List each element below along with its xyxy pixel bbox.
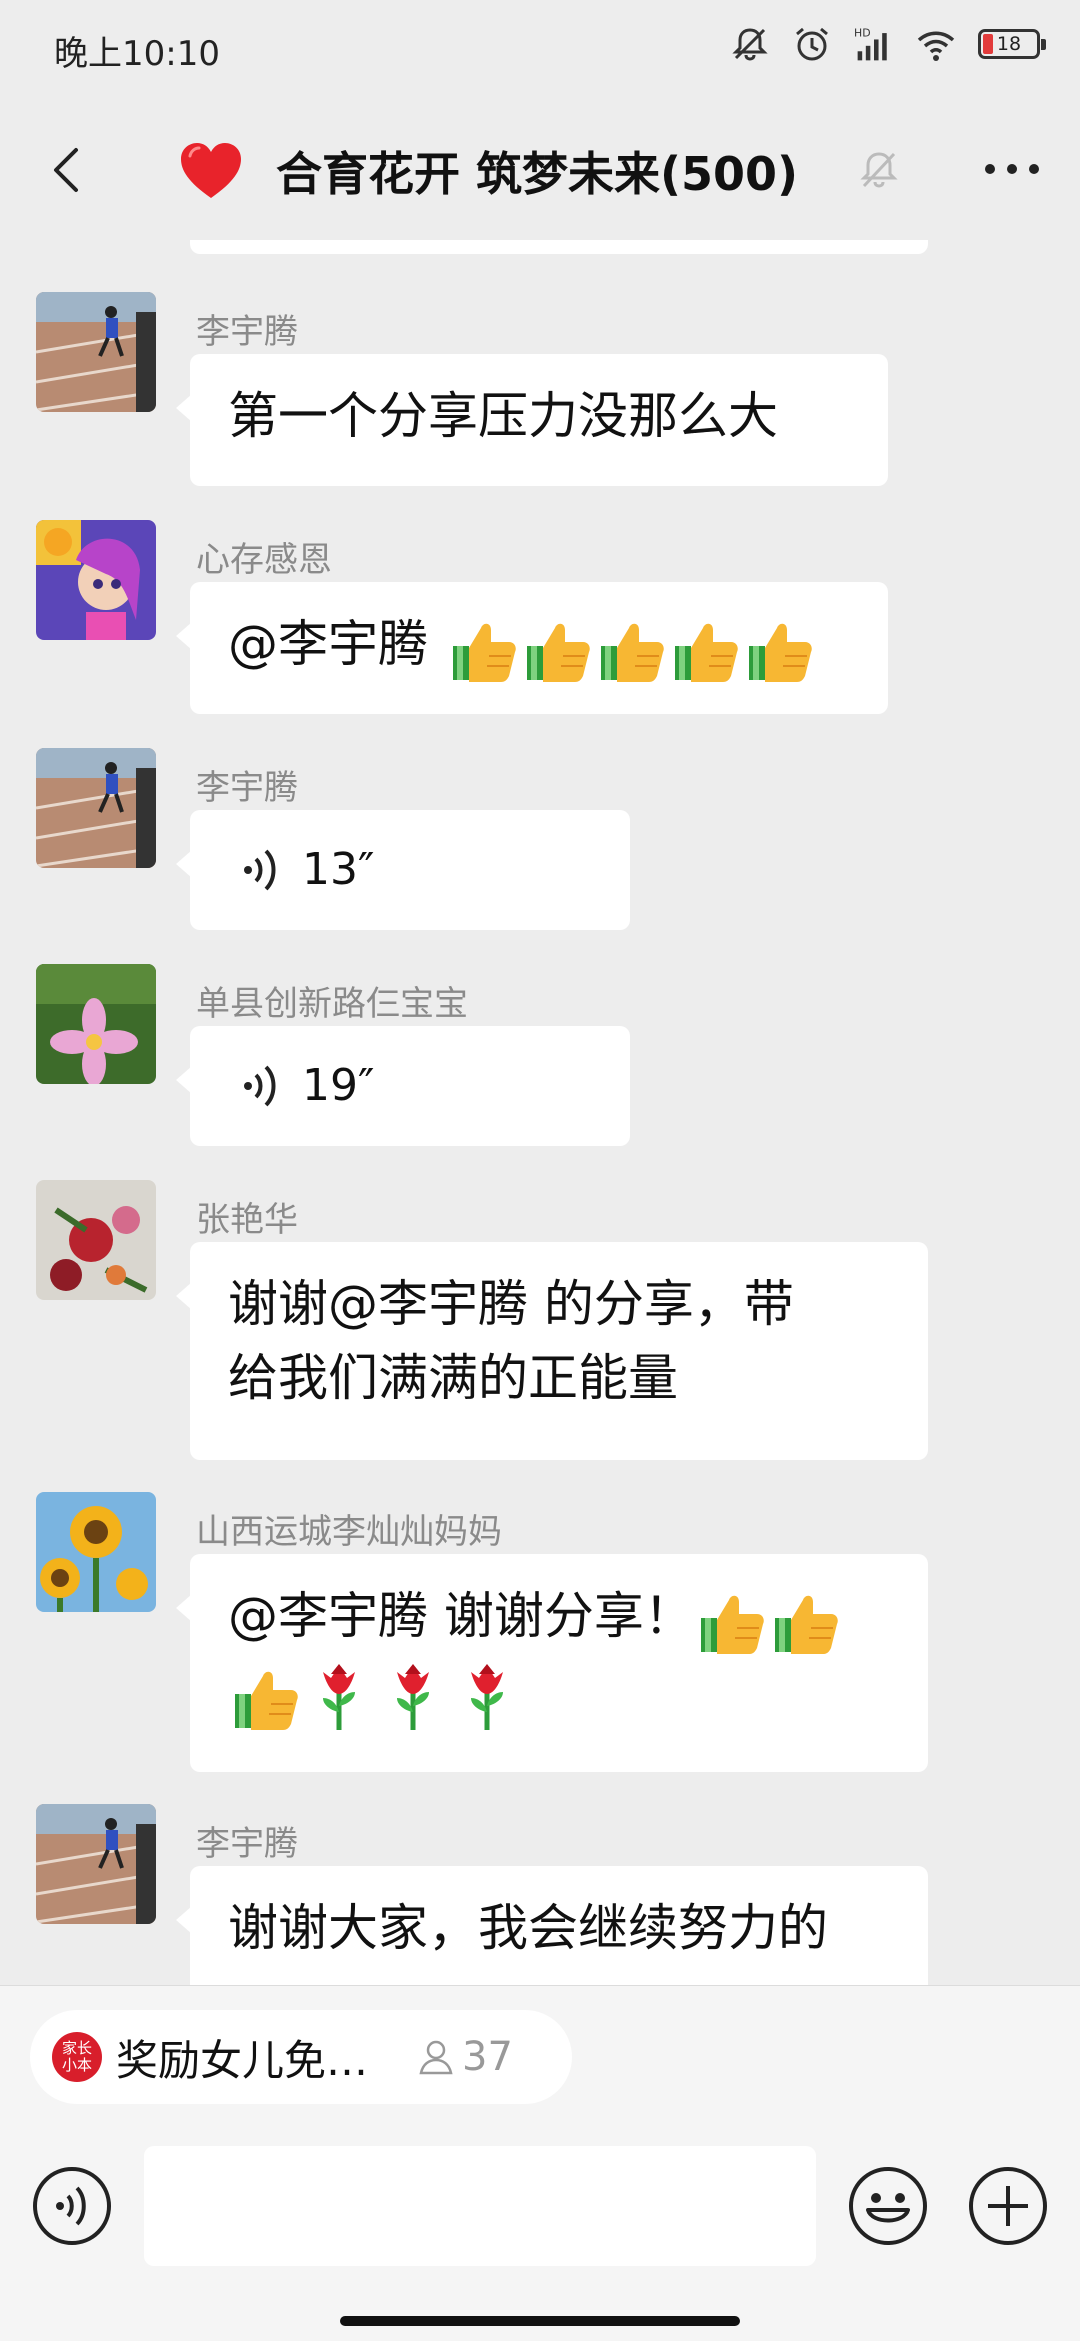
sender-name: 李宇腾 [196,1824,298,1864]
voice-input-icon[interactable] [32,2166,112,2246]
avatar[interactable] [36,520,156,640]
message-bubble[interactable]: @李宇腾 谢谢分享！ [176,1554,928,1772]
message-text: 第一个分享压力没那么大 [228,387,778,445]
rose-icon [471,1664,503,1730]
message-input[interactable] [144,2146,816,2266]
muted-bell-icon [860,152,898,188]
avatar[interactable] [36,964,156,1084]
voice-duration: 19″ [302,1060,375,1111]
voice-message-bubble[interactable]: 13″ [176,810,630,930]
thumbs-up-icon [235,1671,298,1730]
alarm-icon [796,27,828,61]
pinned-title: 奖励女儿免… [116,2035,369,2085]
more-options-icon[interactable] [980,144,1044,194]
status-time: 晚上10:10 [54,34,220,74]
rose-icon [323,1664,355,1730]
chat-title: 合育花开 筑梦未来(500) [276,147,799,201]
input-bar [0,2146,1080,2296]
sender-name: 李宇腾 [196,312,298,352]
sender-name: 李宇腾 [196,768,298,808]
message-text: @李宇腾 谢谢分享！ [228,1587,694,1645]
message-text: 谢谢大家，我会继续努力的 [228,1899,828,1957]
mention-text: @李宇腾 [228,615,428,673]
status-bar: 晚上10:10 HD 18 [0,0,1080,100]
emoji-button-icon[interactable] [848,2166,928,2246]
signal-icon: HD [854,27,887,61]
mute-notification-icon [732,28,768,61]
avatar[interactable] [36,748,156,868]
message-list[interactable]: 李宇腾 第一个分享压力没那么大 心存感恩 @李宇腾 李宇腾 13″ 单县创新路仨… [0,240,1080,1985]
message-text-line: 谢谢@李宇腾 的分享，带 [228,1275,794,1333]
network-label: HD [854,27,871,40]
battery-icon: 18 [978,29,1046,59]
message-bubble[interactable]: 谢谢@李宇腾 的分享，带 给我们满满的正能量 [176,1242,928,1460]
back-arrow-icon[interactable] [36,138,100,202]
bottom-panel: 家长 小本 奖励女儿免… 37 [0,1985,1080,2341]
pinned-mini-program[interactable]: 家长 小本 奖励女儿免… 37 [30,2010,572,2104]
thumbs-up-icon [527,623,590,682]
battery-level: 18 [996,33,1022,55]
voice-wave-icon [244,1065,276,1107]
sender-name: 单县创新路仨宝宝 [196,984,468,1024]
avatar[interactable] [36,292,156,412]
message-text-line: 给我们满满的正能量 [228,1349,678,1407]
message-bubble[interactable]: 谢谢大家，我会继续努力的 [176,1866,928,1985]
status-icons: HD 18 [730,24,1046,64]
participant-count: 37 [462,2034,513,2080]
avatar[interactable] [36,1180,156,1300]
thumbs-up-icon [453,623,516,682]
message-bubble[interactable]: 第一个分享压力没那么大 [176,354,888,486]
emoji-row [446,615,816,682]
rose-icon [397,1664,429,1730]
thumbs-up-icon [700,1595,764,1654]
thumbs-up-icon [675,623,738,682]
home-indicator[interactable] [340,2316,740,2326]
voice-wave-icon [244,849,276,891]
sender-name: 心存感恩 [196,540,332,580]
thumbs-up-icon [601,623,664,682]
person-icon [419,2040,453,2075]
wifi-icon [917,31,955,61]
chat-header: 合育花开 筑梦未来(500) [0,100,1080,240]
thumbs-up-icon [749,623,812,682]
avatar[interactable] [36,1492,156,1612]
voice-message-bubble[interactable]: 19″ [176,1026,630,1146]
voice-duration: 13″ [302,844,375,895]
app-logo: 家长 小本 [52,2032,102,2082]
avatar[interactable] [36,1804,156,1924]
message-bubble-partial [190,240,928,254]
message-bubble[interactable]: @李宇腾 [176,582,888,714]
sender-name: 张艳华 [196,1200,298,1240]
thumbs-up-icon [774,1595,838,1654]
sender-name: 山西运城李灿灿妈妈 [196,1512,502,1552]
heart-icon [181,143,241,198]
add-plus-icon[interactable] [968,2166,1048,2246]
